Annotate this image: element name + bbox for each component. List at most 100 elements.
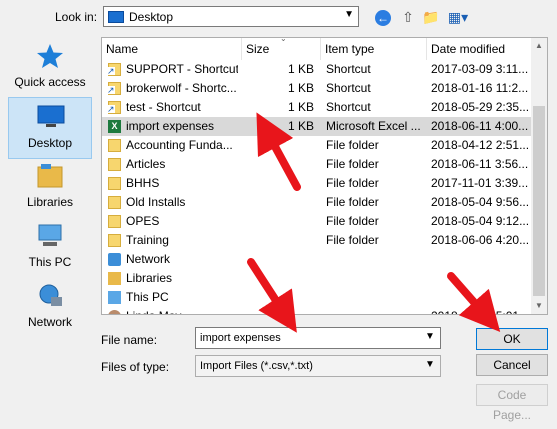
- file-row[interactable]: BHHS File folder 2017-11-01 3:39...: [102, 174, 532, 193]
- new-folder-icon: 📁: [422, 9, 440, 25]
- file-name: import expenses: [126, 119, 215, 133]
- files-of-type-label: Files of type:: [101, 360, 170, 374]
- folder-icon: [108, 177, 121, 190]
- file-name: SUPPORT - Shortcut: [126, 62, 238, 76]
- folder-icon: [108, 139, 121, 152]
- folder-shortcut-icon: [107, 82, 121, 95]
- file-row[interactable]: Training File folder 2018-06-06 4:20...: [102, 231, 532, 250]
- file-row[interactable]: This PC: [102, 288, 532, 307]
- files-of-type-select[interactable]: Import Files (*.csv,*.txt): [195, 355, 441, 377]
- place-quick-access[interactable]: Quick access: [8, 37, 92, 99]
- file-name-input[interactable]: import expenses: [195, 327, 441, 349]
- vertical-scrollbar[interactable]: ▲ ▼: [531, 38, 547, 314]
- folder-shortcut-icon: [107, 101, 121, 114]
- place-libraries[interactable]: Libraries: [8, 157, 92, 219]
- file-row[interactable]: Linda May 2018-05-15 5:01: [102, 307, 532, 314]
- place-label: This PC: [28, 255, 72, 269]
- place-label: Quick access: [14, 75, 86, 89]
- computer-icon: [108, 291, 121, 304]
- file-type: File folder: [326, 195, 379, 209]
- place-label: Desktop: [27, 136, 73, 150]
- code-page-button[interactable]: Code Page...: [476, 384, 548, 422]
- scroll-down-icon[interactable]: ▼: [531, 298, 547, 314]
- cancel-button[interactable]: Cancel: [476, 354, 548, 376]
- folder-icon: [108, 158, 121, 171]
- desktop-icon: [108, 11, 124, 23]
- ok-button[interactable]: OK: [476, 328, 548, 350]
- file-type: File folder: [326, 138, 379, 152]
- file-name: Linda May: [126, 307, 238, 314]
- scrollbar-thumb[interactable]: [533, 106, 545, 296]
- file-date: 2018-06-06 4:20...: [431, 233, 530, 247]
- file-date: 2018-04-12 2:51...: [431, 138, 530, 152]
- folder-icon: [108, 196, 121, 209]
- file-name: Libraries: [126, 271, 173, 285]
- sort-arrow-icon: ⌄: [280, 37, 287, 43]
- file-name: OPES: [126, 214, 160, 228]
- file-name: brokerwolf - Shortc...: [126, 81, 237, 95]
- file-date: 2017-03-09 3:11...: [431, 62, 529, 76]
- file-type: Shortcut: [326, 62, 371, 76]
- file-date: 2018-06-11 4:00...: [431, 119, 529, 133]
- user-icon: [108, 310, 121, 314]
- column-header-date[interactable]: Date modified: [427, 38, 547, 60]
- file-name: BHHS: [126, 176, 160, 190]
- computer-icon: [38, 224, 62, 246]
- file-row[interactable]: Articles File folder 2018-06-11 3:56...: [102, 155, 532, 174]
- file-row[interactable]: Accounting Funda... File folder 2018-04-12…: [102, 136, 532, 155]
- column-header-type[interactable]: Item type: [321, 38, 427, 60]
- places-bar: Quick access Desktop Libraries This PC N…: [8, 37, 92, 337]
- look-in-label: Look in:: [55, 10, 98, 24]
- libraries-icon: [37, 164, 63, 188]
- place-label: Libraries: [26, 195, 74, 209]
- look-in-value: Desktop: [129, 10, 174, 24]
- file-name: Old Installs: [126, 195, 186, 209]
- column-header-name[interactable]: Name: [102, 38, 242, 60]
- up-folder-button[interactable]: ⇧: [398, 7, 418, 27]
- file-type: File folder: [326, 157, 379, 171]
- new-folder-button[interactable]: 📁: [421, 7, 441, 27]
- scroll-up-icon[interactable]: ▲: [531, 38, 547, 54]
- place-label: Network: [27, 315, 72, 329]
- file-date: 2018-05-04 9:56...: [431, 195, 530, 209]
- look-in-combobox[interactable]: Desktop ▼: [103, 6, 359, 27]
- file-row[interactable]: brokerwolf - Shortc... 1 KB Shortcut 2018-0…: [102, 79, 532, 98]
- file-name: Accounting Funda...: [126, 138, 233, 152]
- file-row[interactable]: Network: [102, 250, 532, 269]
- file-date: 2018-05-29 2:35...: [431, 100, 530, 114]
- place-desktop[interactable]: Desktop: [8, 97, 92, 159]
- up-folder-icon: ⇧: [402, 9, 414, 25]
- place-this-pc[interactable]: This PC: [8, 217, 92, 279]
- network-icon: [108, 253, 121, 266]
- file-name: This PC: [126, 290, 169, 304]
- file-size: 1 KB: [287, 81, 314, 95]
- file-date: 2018-05-04 9:12...: [431, 214, 530, 228]
- back-button[interactable]: ←: [373, 7, 393, 27]
- folder-icon: [108, 215, 121, 228]
- file-row[interactable]: Ximport expenses 1 KB Microsoft Excel ... 2…: [102, 117, 532, 136]
- libraries-icon: [108, 272, 121, 285]
- file-row[interactable]: OPES File folder 2018-05-04 9:12...: [102, 212, 532, 231]
- file-type: Microsoft Excel ...: [326, 119, 421, 133]
- views-menu-button[interactable]: ▦▾: [446, 7, 470, 27]
- file-size: 1 KB: [287, 119, 314, 133]
- file-name: test - Shortcut: [126, 100, 201, 114]
- file-list[interactable]: Name Size Item type Date modified ⌄ SUPP…: [101, 37, 548, 315]
- file-row[interactable]: Old Installs File folder 2018-05-04 9:56..…: [102, 193, 532, 212]
- chevron-down-icon[interactable]: ▼: [425, 331, 435, 342]
- file-type: Shortcut: [326, 100, 371, 114]
- file-date: 2017-11-01 3:39...: [431, 176, 529, 190]
- file-date: 2018-05-15 5:01: [431, 307, 531, 314]
- file-name: Network: [126, 252, 171, 266]
- back-icon: ←: [375, 10, 391, 26]
- file-row[interactable]: test - Shortcut 1 KB Shortcut 2018-05-29 2:…: [102, 98, 532, 117]
- file-name-label: File name:: [101, 333, 158, 347]
- file-type: File folder: [326, 176, 379, 190]
- file-name: Training: [126, 233, 169, 247]
- place-network[interactable]: Network: [8, 277, 92, 339]
- file-size: 1 KB: [287, 62, 314, 76]
- file-row[interactable]: Libraries: [102, 269, 532, 288]
- folder-icon: [108, 234, 121, 247]
- file-row[interactable]: SUPPORT - Shortcut 1 KB Shortcut 2017-03-09…: [102, 60, 532, 79]
- file-date: 2018-01-16 11:2...: [431, 81, 529, 95]
